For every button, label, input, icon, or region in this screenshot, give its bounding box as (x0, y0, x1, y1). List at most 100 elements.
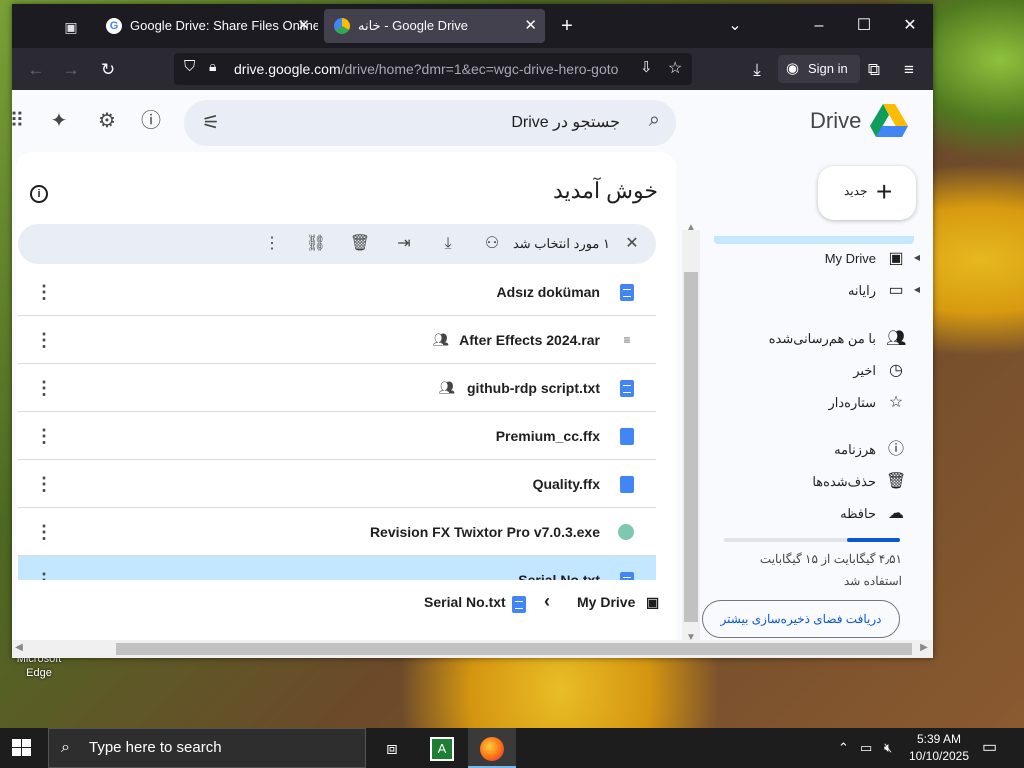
computer-icon: ▭ (888, 282, 904, 299)
sidebar-item-spam[interactable]: هرزنامه ⓘ (712, 434, 920, 466)
get-more-storage-button[interactable]: دریافت فضای ذخیره‌سازی بیشتر (702, 600, 900, 638)
chevron-up-icon[interactable]: ⌃ (838, 738, 849, 758)
volume-muted-icon[interactable]: 🔇︎ (884, 738, 892, 758)
url-text[interactable]: drive.google.com/drive/home?dmr=1&ec=wgc… (234, 53, 630, 85)
windows-start-icon[interactable] (12, 739, 32, 757)
extensions-icon[interactable]: ⧉ (862, 58, 886, 82)
sidebar-item-label: رایانه (847, 283, 876, 298)
chevron-down-icon[interactable]: ⌄ (723, 14, 747, 38)
sidebar-item-starred[interactable]: ستاره‌دار ☆ (712, 387, 920, 419)
drive-logo-icon[interactable] (870, 104, 908, 138)
file-row[interactable]: ⋮ Adsız doküman (18, 268, 656, 316)
download-icon[interactable]: ⤓ (436, 232, 460, 256)
tab-google-drive-share[interactable]: G Google Drive: Share Files Online ✕ (96, 9, 318, 43)
tab-drive-home[interactable]: خانه - Google Drive ✕ (324, 9, 545, 43)
search-bar[interactable]: ⚟ جستجو در Drive ⌕ (184, 100, 676, 146)
app-icon[interactable]: A (418, 728, 466, 768)
file-row[interactable]: ⋮ Revision FX Twixtor Pro v7.0.3.exe (18, 508, 656, 556)
file-row[interactable]: ⋮ 👥︎ After Effects 2024.rar ≡ (18, 316, 656, 364)
more-options-icon[interactable]: ⋮ (32, 568, 56, 580)
vertical-scroll-thumb[interactable] (684, 272, 698, 622)
share-icon[interactable]: ⚇ (480, 232, 504, 256)
horizontal-scroll-thumb[interactable] (116, 643, 912, 655)
install-icon[interactable]: ⇩ (640, 58, 653, 76)
sign-in-label: Sign in (808, 61, 848, 76)
url-bar[interactable]: ⛉ 🔒︎ drive.google.com/drive/home?dmr=1&e… (174, 53, 692, 85)
new-tab-button[interactable]: + (555, 14, 579, 38)
sidebar-item-storage[interactable]: حافظه ☁︎ (712, 498, 920, 530)
google-g-icon: G (106, 18, 122, 34)
copy-link-icon[interactable]: ⛓ (304, 232, 328, 256)
sidebar-item-shared[interactable]: با من هم‌رسانی‌شده 👥︎ (712, 323, 920, 355)
storage-usage-fill (847, 538, 900, 542)
info-icon[interactable]: i (30, 185, 48, 203)
more-options-icon[interactable]: ⋮ (32, 376, 56, 400)
sidebar-item-recent[interactable]: اخیر ◷ (712, 355, 920, 387)
close-tab-icon[interactable]: ✕ (524, 9, 537, 43)
sidebar-item-computers[interactable]: رایانه ▭ ◀ (712, 275, 920, 307)
page-title: خوش آمدید (552, 178, 658, 203)
scroll-up-arrow[interactable]: ▲ (684, 222, 698, 233)
scroll-right-arrow[interactable]: ▶ (917, 642, 931, 653)
vertical-scrollbar[interactable]: ▲ ▼ (682, 222, 700, 646)
drive-logo-text[interactable]: Drive (810, 108, 861, 134)
my-drive-icon: ▣ (646, 594, 660, 610)
clear-selection-icon[interactable]: ✕ (620, 232, 644, 256)
help-icon[interactable]: ⓘ (138, 108, 164, 134)
file-row[interactable]: ⋮ 👥︎ github-rdp script.txt (18, 364, 656, 412)
network-icon[interactable]: ▭ (860, 738, 872, 758)
sidebar-item-my-drive[interactable]: My Drive ▣ ◀ (712, 243, 920, 275)
apps-grid-icon[interactable]: ⠿ (12, 108, 30, 134)
shared-people-icon: 👥︎ (432, 332, 450, 347)
doc-icon (620, 380, 634, 397)
forward-button[interactable]: → (59, 58, 83, 82)
task-view-icon[interactable]: ⧈ (368, 728, 416, 768)
more-options-icon[interactable]: ⋮ (32, 472, 56, 496)
sidebar-item-label: ستاره‌دار (828, 395, 876, 410)
breadcrumb-current[interactable]: Serial No.txt (424, 594, 506, 610)
bookmark-star-icon[interactable]: ☆ (668, 58, 682, 78)
close-tab-icon[interactable]: ✕ (297, 9, 310, 43)
downloads-icon[interactable]: ⤓ (745, 58, 769, 82)
menu-icon[interactable]: ≡ (897, 58, 921, 82)
clock[interactable]: 5:39 AM 10/10/2025 (898, 731, 980, 765)
reload-button[interactable]: ↻ (96, 58, 120, 82)
horizontal-scrollbar[interactable]: ◀ ▶ (12, 640, 933, 658)
gemini-icon[interactable]: ✦ (46, 108, 72, 134)
trash-icon[interactable]: 🗑︎ (348, 232, 372, 256)
more-options-icon[interactable]: ⋮ (32, 280, 56, 304)
taskbar-search-input[interactable]: ⌕ Type here to search (48, 728, 366, 768)
back-button[interactable]: ← (24, 58, 48, 82)
caret-icon[interactable]: ◀ (914, 285, 920, 294)
sign-in-button[interactable]: ◉ Sign in (778, 55, 860, 83)
search-icon[interactable]: ⌕ (649, 109, 660, 132)
breadcrumb-root[interactable]: My Drive (577, 594, 635, 610)
file-row[interactable]: ⋮ Quality.ffx (18, 460, 656, 508)
taskbar-search-placeholder: Type here to search (89, 739, 222, 756)
move-icon[interactable]: ⇥ (392, 232, 416, 256)
more-options-icon[interactable]: ⋮ (32, 520, 56, 544)
tab-list-icon[interactable]: ▣ (60, 16, 82, 38)
minimize-button[interactable]: – (807, 14, 831, 38)
notifications-icon[interactable]: ▭ (982, 738, 997, 758)
firefox-icon[interactable] (468, 728, 516, 768)
search-filter-icon[interactable]: ⚟ (202, 110, 220, 135)
caret-icon[interactable]: ◀ (914, 253, 920, 262)
trash-icon: 🗑︎ (886, 473, 907, 490)
maximize-button[interactable]: ☐ (852, 14, 876, 38)
clock-time: 5:39 AM (916, 732, 962, 746)
more-options-icon[interactable]: ⋮ (32, 328, 56, 352)
more-options-icon[interactable]: ⋮ (32, 424, 56, 448)
more-options-icon[interactable]: ⋮ (260, 232, 284, 256)
search-input[interactable]: جستجو در Drive (511, 100, 620, 146)
file-row[interactable]: ⋮ Premium_cc.ffx (18, 412, 656, 460)
lock-icon[interactable]: 🔒︎ (209, 58, 216, 75)
new-button[interactable]: + جدید (818, 166, 916, 220)
scroll-left-arrow[interactable]: ◀ (12, 642, 26, 653)
settings-gear-icon[interactable]: ⚙ (94, 108, 120, 134)
shield-icon[interactable]: ⛉ (184, 58, 195, 75)
file-row-selected[interactable]: ⋮ Serial No.txt (18, 556, 656, 580)
storage-usage-text: ۴٫۵۱ گیگابایت از ۱۵ گیگابایت استفاده شد (759, 552, 902, 588)
sidebar-item-trash[interactable]: حذف‌شده‌ها 🗑︎ (712, 466, 920, 498)
close-window-button[interactable]: ✕ (898, 14, 922, 38)
